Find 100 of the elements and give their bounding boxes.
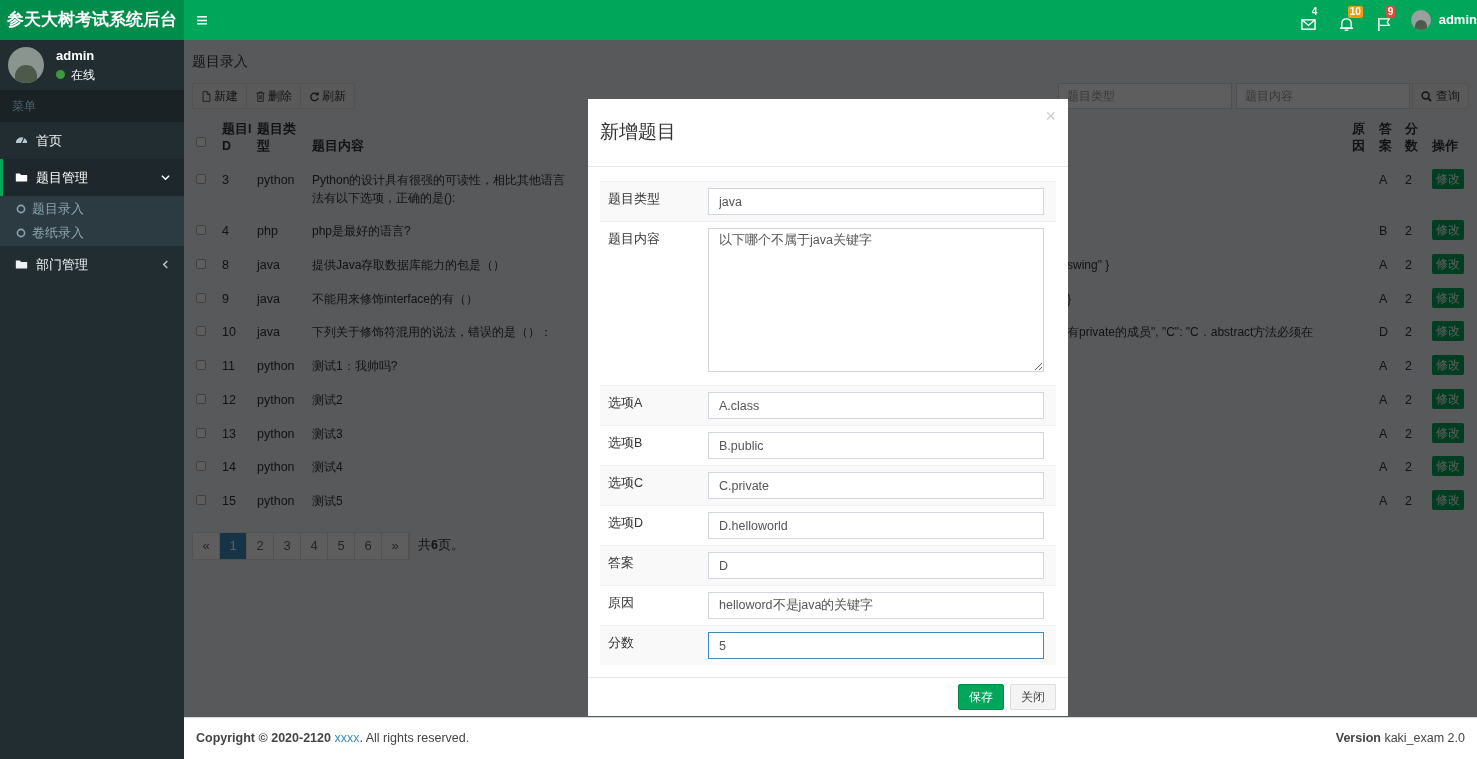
checkbox[interactable]	[196, 427, 206, 438]
field-label: 分数	[607, 635, 635, 652]
field-label: 原因	[607, 595, 635, 612]
checkbox[interactable]	[196, 326, 206, 337]
input-field[interactable]: D.helloworld	[708, 512, 1044, 539]
table-cell: 2	[1405, 383, 1432, 417]
input-field[interactable]: B.public	[708, 432, 1044, 459]
close-button[interactable]: 关闭	[1010, 684, 1056, 710]
notification-button[interactable]: 9	[1376, 8, 1401, 32]
edit-button[interactable]: 修改	[1432, 388, 1464, 409]
checkbox[interactable]	[196, 137, 206, 148]
input-field[interactable]: C.private	[708, 472, 1044, 499]
table-cell: java	[257, 315, 312, 350]
chevron-left-icon	[161, 260, 170, 269]
page-link[interactable]: 6	[355, 532, 382, 559]
checkbox[interactable]	[196, 495, 206, 505]
table-cell-text: 下列关于修饰符混用的说法，错误的是（）：	[312, 324, 553, 342]
app-title: 参天大树考试系统后台	[0, 0, 184, 40]
table-cell: A	[1379, 383, 1405, 417]
notification-button[interactable]: 10	[1338, 8, 1363, 32]
input-field[interactable]: D	[708, 552, 1044, 579]
menu-item[interactable]: 部门管理	[0, 246, 184, 283]
page-link[interactable]: 4	[301, 532, 328, 559]
input-field[interactable]: helloword不是java的关键字	[708, 592, 1044, 619]
table-cell: A	[1379, 163, 1405, 215]
table-cell: 12	[222, 383, 257, 417]
checkbox[interactable]	[196, 258, 206, 269]
notification-button[interactable]: 4	[1300, 8, 1325, 32]
edit-button[interactable]: 修改	[1432, 456, 1464, 477]
page-count: 共6页。	[418, 537, 464, 555]
page-link[interactable]: »	[382, 532, 409, 559]
table-cell: A	[1379, 417, 1405, 451]
edit-button[interactable]: 修改	[1432, 490, 1464, 510]
table-cell: 9	[222, 282, 257, 316]
chevron-down-icon	[161, 173, 170, 182]
edit-button[interactable]: 修改	[1432, 220, 1464, 240]
table-cell-text: 测试4	[312, 459, 344, 477]
table-cell: python	[257, 163, 312, 215]
user-name[interactable]: admin	[1438, 10, 1477, 30]
page-link[interactable]: 2	[247, 532, 274, 559]
table-cell: php	[257, 214, 312, 249]
folder-icon	[15, 258, 28, 271]
edit-button[interactable]: 修改	[1432, 355, 1464, 375]
field-label: 题目内容	[607, 231, 661, 248]
table-cell: 8	[222, 248, 257, 282]
count-badge: 9	[1385, 6, 1396, 18]
menu-item[interactable]: 题目管理	[0, 159, 184, 196]
page-link[interactable]: 1	[220, 532, 247, 559]
edit-button[interactable]: 修改	[1432, 287, 1464, 308]
toolbar-button[interactable]: 新建	[193, 84, 246, 108]
user-name: admin	[56, 47, 95, 66]
search-button[interactable]: 查询	[1412, 83, 1469, 109]
column-header: 答案	[1379, 122, 1392, 153]
version-text: Version kaki_exam 2.0	[1335, 730, 1465, 748]
input-field[interactable]: 5	[708, 632, 1044, 659]
checkbox[interactable]	[196, 393, 206, 404]
table-cell: 2	[1405, 315, 1432, 350]
table-cell: A	[1379, 282, 1405, 316]
checkbox[interactable]	[196, 292, 206, 303]
table-cell: 2	[1405, 282, 1432, 316]
menu-header: 菜单	[12, 98, 36, 115]
edit-button[interactable]: 修改	[1432, 321, 1464, 342]
page-link[interactable]: 5	[328, 532, 355, 559]
table-cell: 2	[1405, 214, 1432, 249]
table-cell: 2	[1405, 484, 1432, 518]
page-link[interactable]: 3	[274, 532, 301, 559]
page-title: 题目录入	[192, 52, 248, 71]
table-cell-text: php是最好的语言?	[312, 223, 412, 240]
checkbox[interactable]	[196, 174, 206, 184]
save-button[interactable]: 保存	[958, 684, 1004, 710]
table-cell-text: swing" }	[1067, 256, 1110, 274]
toolbar-button[interactable]: 刷新	[300, 84, 354, 108]
avatar[interactable]	[1410, 10, 1431, 30]
text-area[interactable]: 以下哪个不属于java关键字	[708, 228, 1044, 372]
submenu-item[interactable]: 卷纸录入	[0, 221, 184, 245]
table-cell-text: 测试5	[312, 493, 344, 510]
refresh-icon	[309, 90, 320, 102]
submenu-item[interactable]: 题目录入	[0, 197, 184, 221]
envelope-icon	[1300, 17, 1316, 32]
table-cell-text: 提供Java存取数据库能力的包是（）	[312, 256, 507, 274]
toolbar-button[interactable]: 删除	[246, 84, 300, 108]
page-link[interactable]: «	[193, 532, 220, 559]
table-cell: python	[257, 349, 312, 384]
table-cell: 13	[222, 417, 257, 451]
edit-button[interactable]: 修改	[1432, 169, 1464, 189]
checkbox[interactable]	[196, 225, 206, 235]
close-button[interactable]: ×	[1045, 107, 1056, 125]
table-cell: A	[1379, 248, 1405, 282]
table-cell: 2	[1405, 349, 1432, 384]
menu-item[interactable]: 首页	[0, 122, 184, 159]
input-field[interactable]: java	[708, 188, 1044, 215]
edit-button[interactable]: 修改	[1432, 422, 1464, 443]
table-cell: 15	[222, 484, 257, 518]
checkbox[interactable]	[196, 461, 206, 472]
edit-button[interactable]: 修改	[1432, 253, 1464, 274]
checkbox[interactable]	[196, 360, 206, 370]
table-cell-text: 测试2	[312, 391, 344, 409]
modal-title: 新增题目	[600, 120, 676, 145]
field-label: 题目类型	[607, 191, 661, 208]
input-field[interactable]: A.class	[708, 392, 1044, 419]
